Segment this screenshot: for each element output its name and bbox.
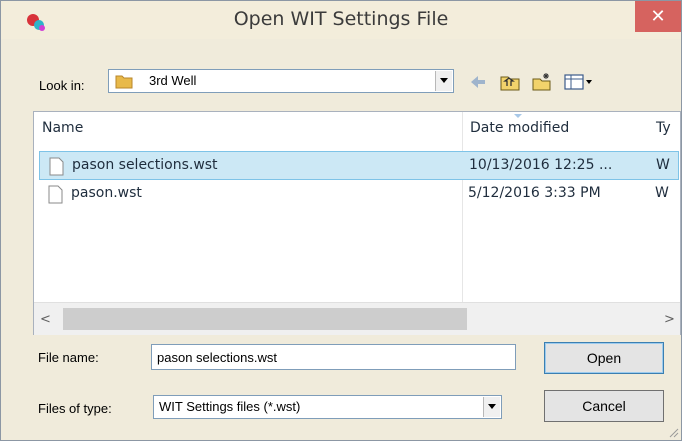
column-header-type[interactable]: Ty — [656, 120, 671, 136]
up-folder-icon[interactable] — [499, 72, 521, 92]
file-row[interactable]: pason selections.wst 10/13/2016 12:25 ..… — [39, 151, 679, 180]
title-bar[interactable]: Open WIT Settings File ✕ — [1, 1, 681, 39]
back-arrow-icon[interactable] — [467, 72, 489, 92]
file-type-dropdown[interactable]: WIT Settings files (*.wst) — [153, 395, 502, 419]
scroll-right-button[interactable]: > — [664, 312, 675, 327]
column-header-date-modified[interactable]: Date modified — [470, 120, 569, 136]
file-type-label: Files of type: — [38, 401, 112, 416]
file-row[interactable]: pason.wst 5/12/2016 3:33 PM W — [39, 180, 679, 209]
file-date: 10/13/2016 12:25 ... — [469, 157, 613, 173]
open-button[interactable]: Open — [544, 342, 664, 374]
file-icon — [49, 157, 64, 176]
sort-indicator-icon — [514, 114, 522, 118]
file-name: pason.wst — [71, 185, 142, 201]
horizontal-scrollbar[interactable]: < > — [34, 302, 680, 335]
open-file-dialog: Open WIT Settings File ✕ Look in: 3rd We… — [0, 0, 682, 441]
look-in-label: Look in: — [39, 78, 85, 93]
scrollbar-thumb[interactable] — [63, 308, 467, 330]
file-name: pason selections.wst — [72, 157, 218, 173]
file-type: W — [655, 185, 669, 201]
column-header-name[interactable]: Name — [42, 120, 83, 136]
file-name-label: File name: — [38, 350, 99, 365]
file-date: 5/12/2016 3:33 PM — [468, 185, 601, 201]
look-in-value: 3rd Well — [149, 73, 197, 88]
file-icon — [48, 185, 63, 204]
file-type: W — [656, 157, 670, 173]
file-list[interactable]: Name Date modified Ty pason selections.w… — [33, 111, 681, 335]
look-in-dropdown[interactable]: 3rd Well — [108, 69, 454, 93]
close-button[interactable]: ✕ — [635, 1, 681, 32]
chevron-down-icon[interactable] — [483, 397, 500, 417]
file-type-value: WIT Settings files (*.wst) — [159, 399, 301, 414]
window-title: Open WIT Settings File — [233, 8, 449, 30]
cancel-button[interactable]: Cancel — [544, 390, 664, 422]
folder-icon — [115, 75, 133, 89]
file-name-input[interactable] — [151, 344, 516, 370]
resize-grip-icon[interactable] — [667, 426, 679, 438]
view-menu-icon[interactable] — [563, 72, 593, 92]
new-folder-icon[interactable] — [531, 72, 553, 92]
scroll-left-button[interactable]: < — [40, 312, 51, 327]
chevron-down-icon[interactable] — [435, 71, 452, 91]
